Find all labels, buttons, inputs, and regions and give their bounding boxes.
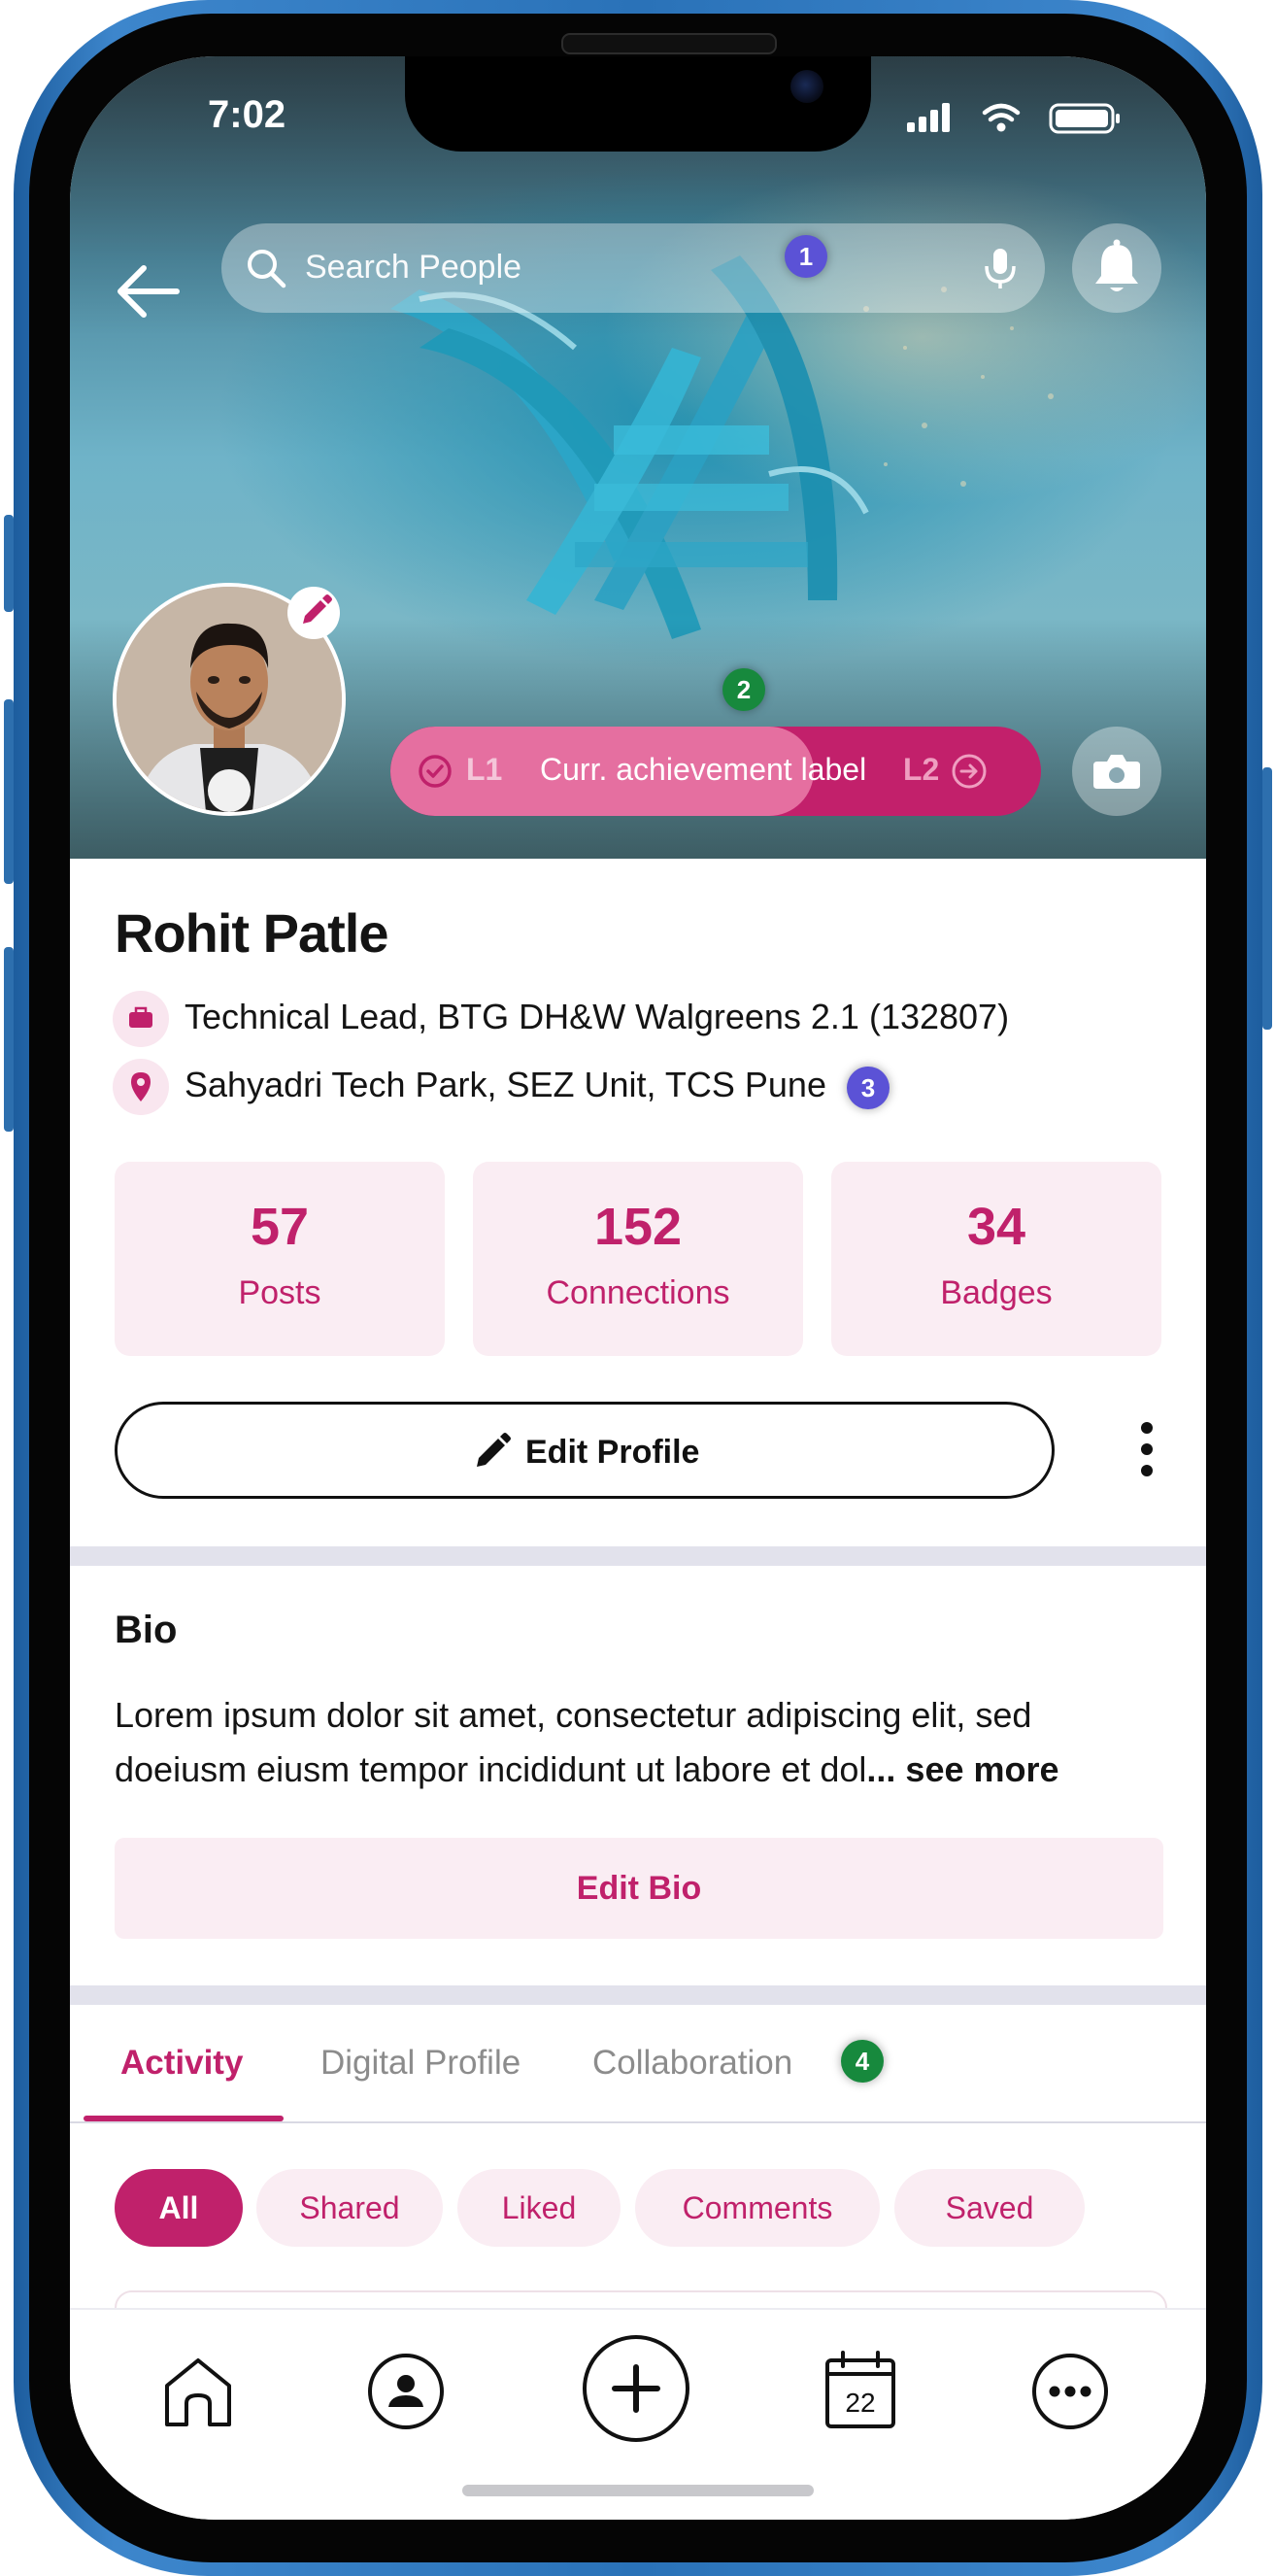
status-time: 7:02	[208, 93, 286, 136]
calendar-day: 22	[845, 2388, 876, 2418]
nav-profile[interactable]	[367, 2353, 445, 2430]
home-indicator	[462, 2485, 814, 2496]
filter-chip-all[interactable]: All	[115, 2169, 243, 2247]
achievement-progress-bar[interactable]: L1 Curr. achievement label L2	[390, 727, 1041, 816]
search-bar[interactable]: Search People	[221, 223, 1045, 313]
edit-profile-label: Edit Profile	[525, 1434, 700, 1471]
briefcase-icon	[129, 1006, 152, 1028]
nav-home[interactable]	[159, 2353, 237, 2430]
screen: 7:02 Search People 1 2 L1 Curr. achievem…	[70, 56, 1206, 2520]
more-options-button[interactable]	[1119, 1414, 1175, 1484]
stat-badges[interactable]: 34 Badges	[831, 1162, 1161, 1356]
bio-title: Bio	[115, 1609, 178, 1651]
tab-activity[interactable]: Activity	[120, 2044, 243, 2083]
stat-posts[interactable]: 57 Posts	[115, 1162, 445, 1356]
stat-value: 57	[250, 1198, 310, 1256]
profile-icon	[368, 2354, 444, 2429]
mic-icon[interactable]	[977, 245, 1024, 291]
briefcase-icon-wrap	[113, 991, 169, 1047]
current-level: L1	[466, 752, 503, 787]
profile-name: Rohit Patle	[115, 902, 388, 964]
more-horizontal-icon	[1032, 2354, 1108, 2429]
annotation-marker-4: 4	[841, 2040, 884, 2083]
tabs-baseline	[70, 2121, 1206, 2123]
bio-text: Lorem ipsum dolor sit amet, consectetur …	[115, 1688, 1173, 1797]
location-pin-icon	[131, 1072, 151, 1102]
camera-icon	[1093, 755, 1140, 789]
location-icon-wrap	[113, 1059, 169, 1115]
search-placeholder: Search People	[305, 249, 522, 286]
filter-chip-saved[interactable]: Saved	[894, 2169, 1085, 2247]
profile-location: Sahyadri Tech Park, SEZ Unit, TCS Pune	[185, 1065, 826, 1104]
see-more-link[interactable]: ... see more	[866, 1749, 1058, 1789]
back-arrow-icon	[118, 265, 180, 318]
stat-connections[interactable]: 152 Connections	[473, 1162, 803, 1356]
tab-collaboration[interactable]: Collaboration	[592, 2044, 792, 2083]
edit-profile-button[interactable]: Edit Profile	[115, 1402, 1055, 1499]
stat-label: Badges	[940, 1274, 1053, 1311]
stat-value: 152	[593, 1198, 683, 1256]
more-vertical-icon	[1141, 1422, 1153, 1476]
status-icons	[907, 103, 1120, 134]
search-icon	[248, 250, 286, 288]
achievement-label: Curr. achievement label	[540, 752, 867, 787]
tab-digital-profile[interactable]: Digital Profile	[320, 2044, 520, 2083]
profile-title: Technical Lead, BTG DH&W Walgreens 2.1 (…	[185, 997, 1010, 1036]
annotation-marker-2: 2	[722, 668, 765, 711]
nav-create[interactable]	[581, 2333, 691, 2444]
annotation-marker-3: 3	[847, 1067, 890, 1109]
notifications-button[interactable]	[1072, 223, 1161, 313]
phone-side-button	[1262, 767, 1272, 1030]
filter-chip-liked[interactable]: Liked	[457, 2169, 621, 2247]
phone-side-button	[4, 699, 14, 884]
home-icon	[165, 2358, 231, 2426]
phone-side-button	[4, 947, 14, 1132]
plus-icon	[583, 2335, 689, 2442]
edit-bio-button[interactable]: Edit Bio	[115, 1838, 1163, 1939]
stat-value: 34	[966, 1198, 1026, 1256]
bell-icon	[1095, 239, 1138, 291]
filter-chip-comments[interactable]: Comments	[635, 2169, 880, 2247]
wifi-icon	[982, 103, 1021, 122]
pencil-icon	[303, 594, 332, 624]
stat-label: Connections	[546, 1274, 730, 1311]
active-tab-indicator	[84, 2116, 284, 2121]
signal-icon	[907, 103, 950, 132]
arrow-right-circle-icon	[952, 754, 987, 789]
next-level: L2	[903, 752, 940, 787]
change-cover-button[interactable]	[1072, 727, 1161, 816]
section-divider	[70, 1546, 1206, 1566]
nav-calendar[interactable]: 22	[823, 2349, 897, 2430]
notch	[405, 56, 871, 152]
back-button[interactable]	[109, 251, 190, 332]
front-camera	[790, 70, 823, 103]
annotation-marker-1: 1	[785, 235, 827, 278]
nav-more[interactable]	[1031, 2353, 1109, 2430]
pencil-icon	[477, 1433, 511, 1467]
speaker-grille	[561, 33, 777, 54]
section-divider	[70, 1985, 1206, 2005]
battery-icon	[1049, 103, 1120, 134]
phone-side-button	[4, 515, 14, 612]
stat-label: Posts	[238, 1274, 321, 1311]
filter-chip-shared[interactable]: Shared	[256, 2169, 443, 2247]
edit-avatar-button[interactable]	[287, 587, 340, 639]
edit-bio-label: Edit Bio	[576, 1870, 702, 1907]
check-circle-icon	[419, 755, 452, 788]
